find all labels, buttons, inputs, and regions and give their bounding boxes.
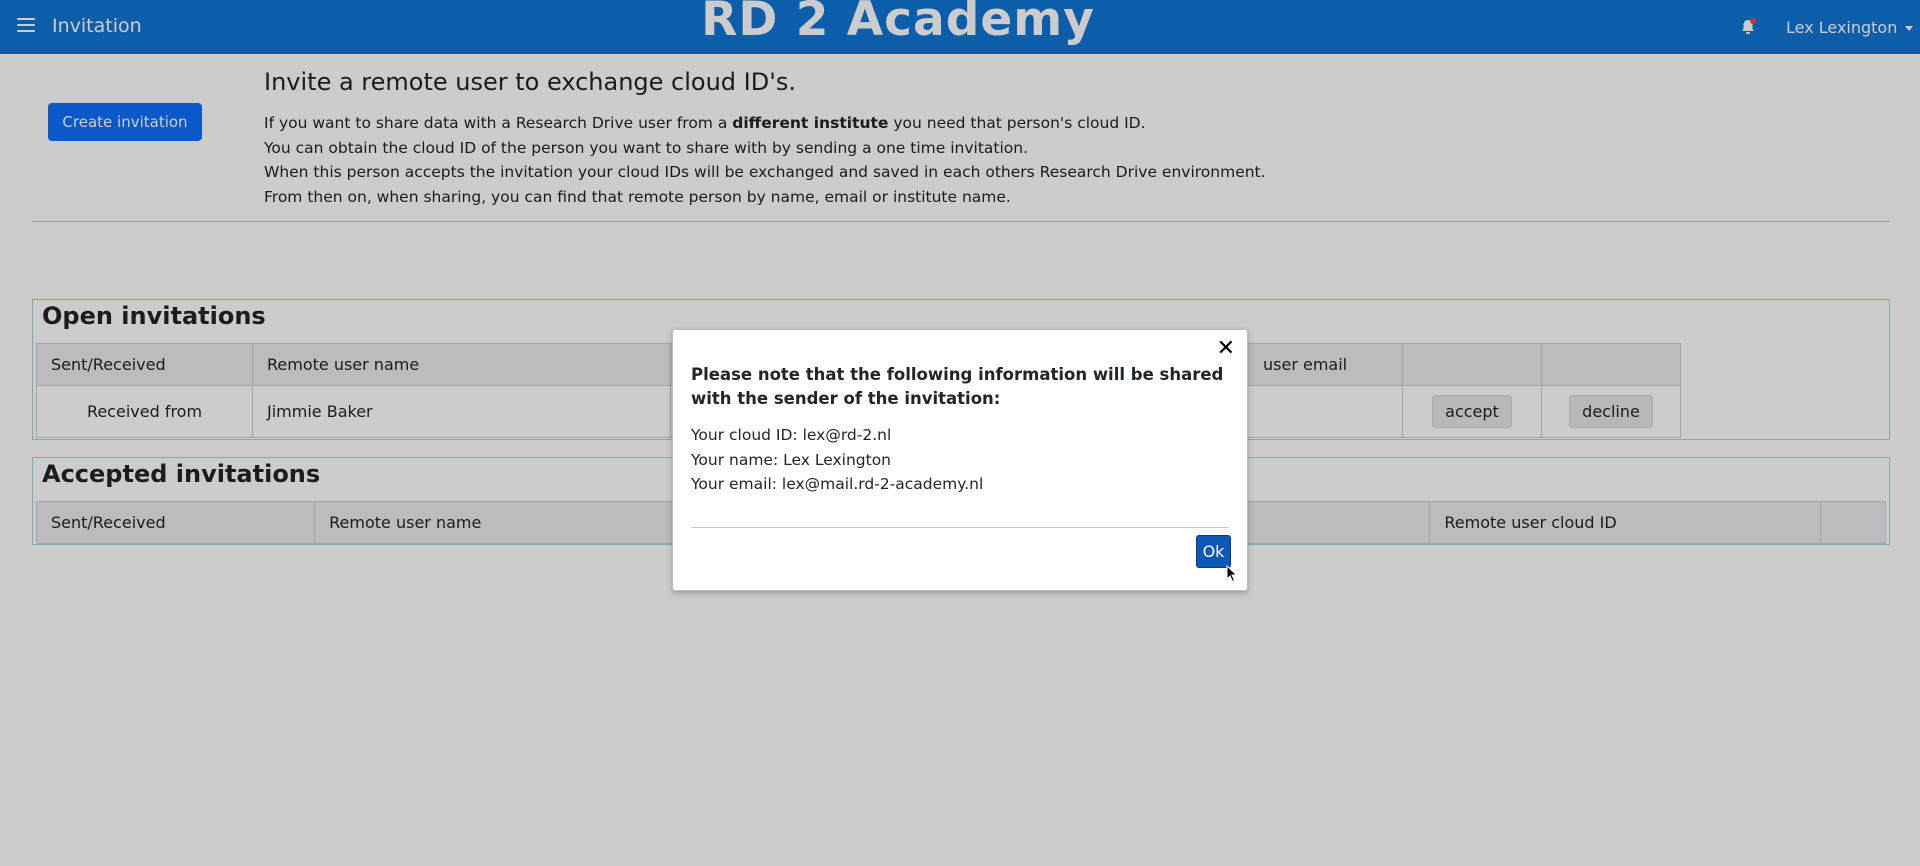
- modal-heading: Please note that the following informati…: [691, 365, 1224, 408]
- modal-email: Your email: lex@mail.rd-2-academy.nl: [691, 475, 984, 493]
- bell-icon[interactable]: [1741, 18, 1756, 35]
- notification-dot: [1750, 18, 1756, 24]
- modal-cloud-id: Your cloud ID: lex@rd-2.nl: [691, 426, 892, 444]
- ok-button[interactable]: Ok: [1196, 535, 1231, 568]
- top-navbar: Invitation RD 2 Academy Lex Lexington: [0, 0, 1920, 54]
- caret-down-icon: [1905, 26, 1914, 31]
- user-name: Lex Lexington: [1786, 18, 1898, 37]
- modal-info: Your cloud ID: lex@rd-2.nl Your name: Le…: [691, 423, 983, 497]
- mouse-cursor-icon: [1226, 565, 1238, 583]
- share-info-modal: ✕ Please note that the following informa…: [672, 329, 1248, 591]
- close-icon[interactable]: ✕: [1217, 338, 1235, 360]
- modal-name: Your name: Lex Lexington: [691, 450, 892, 469]
- user-menu-dropdown[interactable]: Lex Lexington: [1786, 18, 1914, 37]
- modal-divider: [691, 527, 1229, 528]
- brand-title: RD 2 Academy: [701, 0, 1095, 47]
